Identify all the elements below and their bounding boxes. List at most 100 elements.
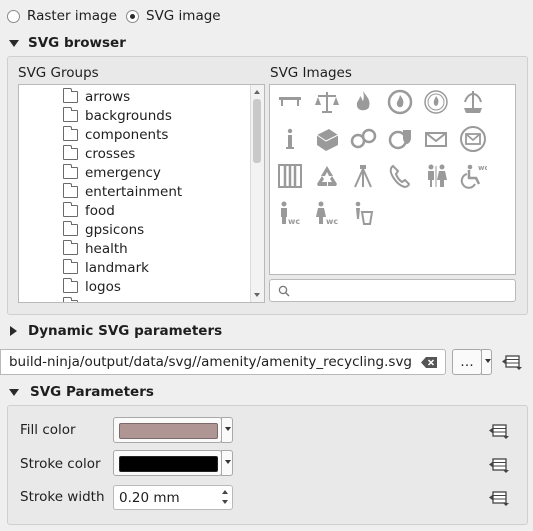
scroll-thumb[interactable] bbox=[253, 99, 261, 163]
folder-icon bbox=[63, 182, 78, 198]
spin-up-icon[interactable] bbox=[222, 490, 228, 494]
svg-group-item[interactable]: health bbox=[63, 239, 128, 258]
fountain-icon[interactable] bbox=[459, 88, 487, 116]
envelope-icon[interactable] bbox=[422, 125, 450, 153]
scales-icon[interactable] bbox=[313, 88, 341, 116]
browse-label: … bbox=[460, 354, 474, 370]
spin-down-icon[interactable] bbox=[222, 500, 228, 504]
folder-icon bbox=[63, 220, 78, 236]
svg-image-radio[interactable] bbox=[126, 9, 139, 23]
svg-group-item[interactable]: money bbox=[63, 296, 131, 303]
raster-image-label[interactable]: Raster image bbox=[27, 8, 117, 24]
svg-group-item[interactable]: components bbox=[63, 125, 168, 144]
toilets-icon[interactable] bbox=[422, 162, 450, 190]
svg-browser-header[interactable]: SVG browser bbox=[9, 35, 126, 51]
stroke-data-defined-button[interactable] bbox=[488, 456, 510, 478]
svg-group-item[interactable]: entertainment bbox=[63, 182, 182, 201]
raster-image-radio[interactable] bbox=[7, 9, 20, 23]
stroke-color-button[interactable] bbox=[113, 450, 222, 476]
fill-color-label: Fill color bbox=[20, 422, 76, 438]
svg-group-label: money bbox=[85, 298, 131, 303]
clear-text-icon[interactable] bbox=[421, 357, 437, 368]
telephone-icon[interactable] bbox=[386, 162, 414, 190]
svg-group-item[interactable]: backgrounds bbox=[63, 106, 172, 125]
data-defined-icon bbox=[502, 355, 522, 370]
svg-image-label[interactable]: SVG image bbox=[146, 8, 221, 24]
svg-path-field[interactable]: build-ninja/output/data/svg//amenity/ame… bbox=[0, 349, 446, 375]
stroke-width-label: Stroke width bbox=[20, 489, 105, 505]
svg-search-field[interactable] bbox=[269, 279, 516, 302]
collapse-down-icon bbox=[9, 39, 19, 47]
width-data-defined-button[interactable] bbox=[488, 489, 510, 511]
dynamic-params-header[interactable]: Dynamic SVG parameters bbox=[10, 323, 222, 339]
firestation-badge2-icon[interactable] bbox=[422, 88, 450, 116]
folder-icon bbox=[63, 201, 78, 217]
svg-images-grid[interactable]: wc wc wc bbox=[269, 84, 516, 275]
svg-group-item[interactable]: logos bbox=[63, 277, 121, 296]
police-badge-icon[interactable] bbox=[386, 125, 414, 153]
envelope-circle-icon[interactable] bbox=[459, 125, 487, 153]
raster-image-option[interactable]: Raster image bbox=[7, 8, 117, 24]
fill-color-dropdown[interactable] bbox=[221, 417, 233, 443]
wheelchair-wc-icon[interactable]: wc bbox=[459, 162, 488, 190]
svg-path-value[interactable]: build-ninja/output/data/svg//amenity/ame… bbox=[9, 354, 412, 370]
wc-man-icon[interactable]: wc bbox=[276, 199, 304, 227]
data-defined-icon bbox=[489, 491, 509, 506]
recycling-icon[interactable] bbox=[313, 162, 341, 190]
svg-params-header[interactable]: SVG Parameters bbox=[9, 384, 154, 400]
folder-icon bbox=[63, 125, 78, 141]
svg-groups-label: SVG Groups bbox=[18, 65, 99, 81]
fill-color-swatch bbox=[119, 423, 218, 439]
data-defined-icon bbox=[489, 424, 509, 439]
path-data-defined-button[interactable] bbox=[501, 353, 523, 375]
svg-group-item[interactable]: emergency bbox=[63, 163, 161, 182]
wc-woman-icon[interactable]: wc bbox=[313, 199, 341, 227]
svg-group-label: entertainment bbox=[85, 183, 183, 200]
svg-groups-tree[interactable]: arrows backgrounds components crosses emerge… bbox=[18, 84, 265, 303]
folder-icon bbox=[63, 239, 78, 255]
scroll-up-icon[interactable] bbox=[254, 90, 260, 94]
browse-button[interactable]: … bbox=[452, 349, 482, 375]
svg-group-item[interactable]: arrows bbox=[63, 87, 130, 106]
groups-scrollbar[interactable] bbox=[250, 85, 264, 302]
svg-browser-title: SVG browser bbox=[28, 35, 126, 51]
scroll-down-icon[interactable] bbox=[254, 293, 260, 297]
svg-search-input[interactable] bbox=[296, 282, 510, 300]
collapse-down-icon bbox=[9, 388, 19, 396]
fill-color-button[interactable] bbox=[113, 417, 222, 443]
data-defined-icon bbox=[489, 458, 509, 473]
survey-tripod-icon[interactable] bbox=[349, 162, 377, 190]
fire-icon[interactable] bbox=[349, 88, 377, 116]
folder-icon bbox=[63, 277, 78, 293]
svg-group-item[interactable]: gpsicons bbox=[63, 220, 144, 239]
svg-group-item[interactable]: landmark bbox=[63, 258, 149, 277]
fill-data-defined-button[interactable] bbox=[488, 422, 510, 444]
stroke-width-spinbox[interactable]: 0.20 mm bbox=[113, 485, 233, 510]
bench-icon[interactable] bbox=[276, 88, 304, 116]
waste-basket-icon[interactable] bbox=[349, 199, 377, 227]
info-icon[interactable] bbox=[276, 125, 304, 153]
svg-text:wc: wc bbox=[326, 217, 338, 226]
svg-params-title: SVG Parameters bbox=[30, 384, 154, 400]
folder-icon bbox=[63, 144, 78, 160]
prison-icon[interactable] bbox=[276, 162, 304, 190]
svg-group-label: backgrounds bbox=[85, 107, 172, 124]
svg-group-item[interactable]: crosses bbox=[63, 144, 135, 163]
firestation-badge-icon[interactable] bbox=[386, 88, 414, 116]
svg-group-item[interactable]: food bbox=[63, 201, 115, 220]
stroke-width-value[interactable]: 0.20 mm bbox=[119, 490, 180, 506]
svg-text:wc: wc bbox=[478, 164, 487, 172]
svg-images-label: SVG Images bbox=[270, 65, 352, 81]
folder-icon bbox=[63, 87, 78, 103]
svg-group-label: crosses bbox=[85, 145, 136, 162]
stroke-color-dropdown[interactable] bbox=[221, 450, 233, 476]
folder-icon bbox=[63, 163, 78, 179]
svg-group-label: landmark bbox=[85, 259, 149, 276]
svg-image-option[interactable]: SVG image bbox=[126, 8, 221, 24]
browse-dropdown-button[interactable] bbox=[481, 349, 492, 375]
library-icon[interactable] bbox=[313, 125, 341, 153]
dynamic-params-title: Dynamic SVG parameters bbox=[28, 323, 223, 339]
svg-group-label: arrows bbox=[85, 88, 131, 105]
svg-group-label: gpsicons bbox=[85, 221, 145, 238]
handcuffs-icon[interactable] bbox=[349, 125, 377, 153]
